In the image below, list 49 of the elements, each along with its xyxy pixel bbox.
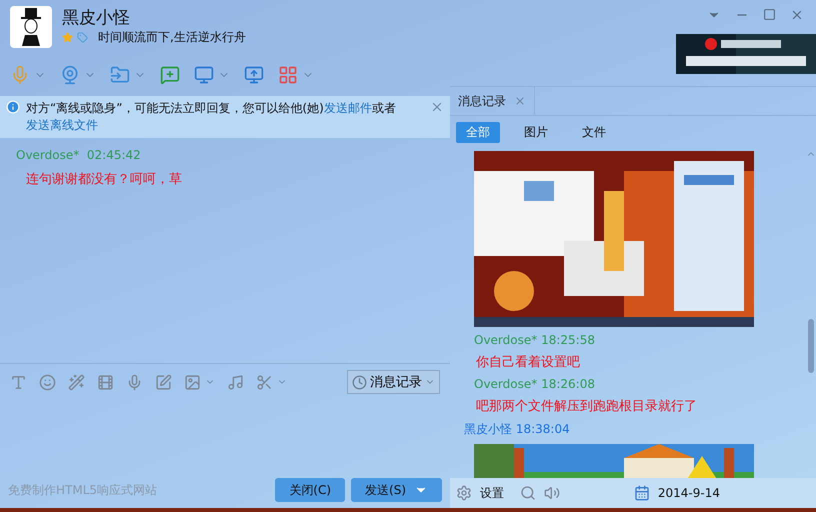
notice-link[interactable]: 发送邮件 [324,101,372,115]
message-text: 连句谢谢都没有？呵呵，草 [25,171,183,188]
maximize-icon[interactable] [763,8,776,21]
notice-text: 对方“离线或隐身”，可能无法立即回复，您可以给他(她)发送邮件或者 发送离线文件 [26,100,397,134]
history-button[interactable]: 消息记录 [347,370,440,394]
signature: 时间顺流而下,生活逆水行舟 [98,29,246,46]
close-icon[interactable] [430,100,444,114]
message-text: 你自己看着设置吧 [475,354,581,371]
info-icon [6,100,20,114]
star-icon [62,32,73,43]
search-icon[interactable] [520,485,536,501]
font-icon[interactable] [10,374,27,390]
filter-tab[interactable]: 全部 [456,122,500,143]
monitor-icon[interactable] [194,65,214,85]
message-text: 吧那两个文件解压到跑跑根目录就行了 [475,398,698,415]
wand-icon[interactable] [68,374,85,390]
close-button[interactable]: 关闭(C) [275,478,346,502]
notice-link[interactable]: 发送离线文件 [26,118,98,132]
apps-icon[interactable] [278,65,298,85]
close-icon[interactable] [790,8,804,22]
close-icon[interactable] [514,95,526,107]
scissors-icon[interactable] [256,374,273,390]
contact-name: 黑皮小怪 [62,7,131,29]
message-meta: Overdose* 02:45:42 [16,148,142,162]
volume-icon[interactable] [544,485,560,501]
film-icon[interactable] [97,374,114,390]
share-screen-icon[interactable] [244,65,264,85]
message-meta: Overdose* 18:25:58 [473,333,596,347]
filter-tab[interactable]: 图片 [514,122,558,143]
image-icon[interactable] [184,374,201,390]
folder-icon[interactable] [110,65,130,85]
music-icon[interactable] [227,374,244,390]
clock-icon [352,374,367,390]
history-tab[interactable]: 消息记录 [450,87,535,115]
emoji-icon[interactable] [39,374,56,390]
settings-icon[interactable] [456,485,472,501]
filter-tab[interactable]: 文件 [572,122,616,143]
message-meta: Overdose* 18:26:08 [473,377,596,391]
send-button[interactable]: 发送(S) [351,478,442,502]
message-add-icon[interactable] [160,65,180,85]
avatar [10,6,52,48]
microphone-icon[interactable] [126,374,143,390]
tag-icon [77,32,88,43]
date-label: 2014-9-14 [658,486,720,500]
settings-label[interactable]: 设置 [480,484,504,502]
message-meta: 黑皮小怪 18:38:04 [464,421,571,438]
edit-icon[interactable] [155,374,172,390]
calendar-icon[interactable] [634,485,650,501]
webcam-icon[interactable] [60,65,80,85]
